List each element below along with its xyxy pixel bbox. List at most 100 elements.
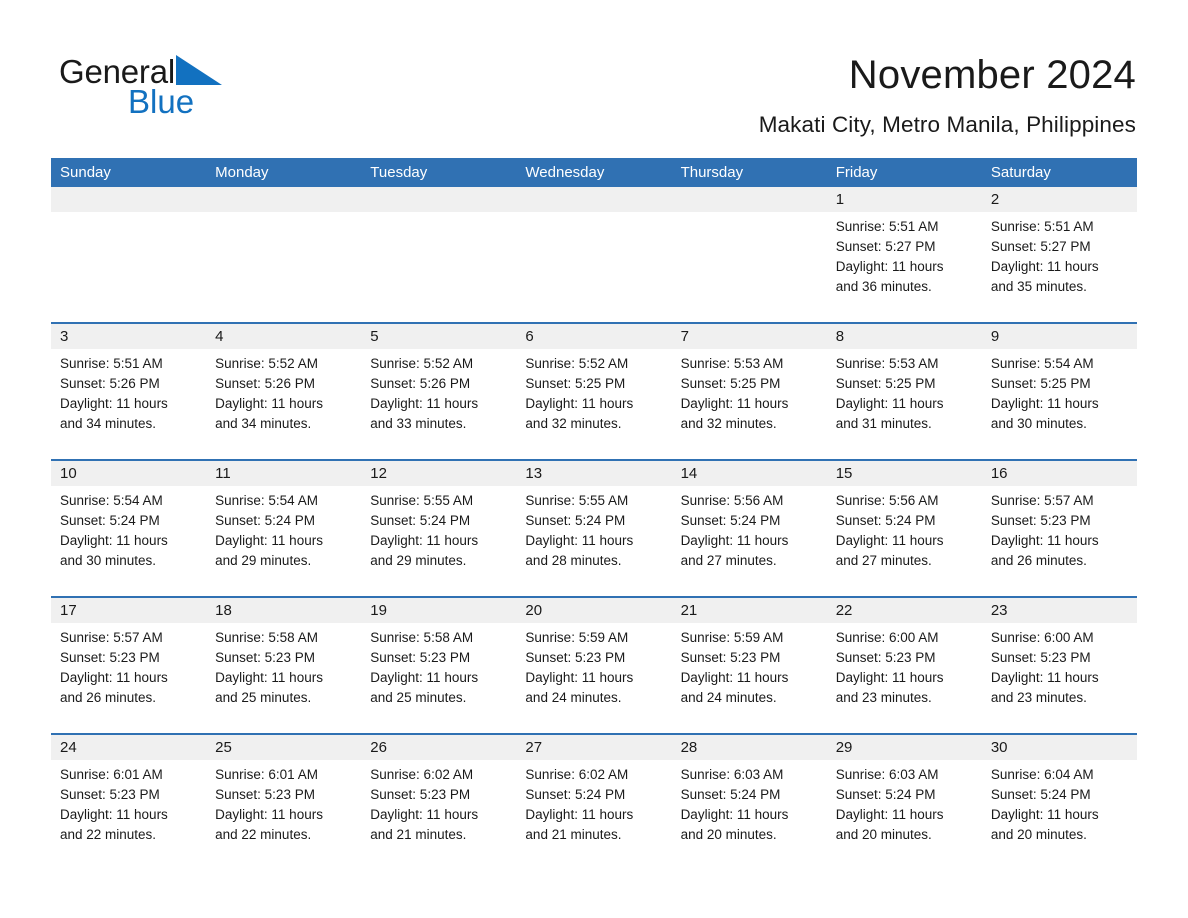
day-detail-line: and 29 minutes.: [215, 553, 312, 568]
day-detail-line: Daylight: 11 hours: [60, 807, 168, 822]
day-cell-5[interactable]: Sunrise: 5:52 AM Sunset: 5:26 PM Daylight:…: [361, 349, 516, 459]
day-detail-line: Sunrise: 6:03 AM: [835, 767, 939, 782]
day-detail-line: Sunrise: 5:57 AM: [990, 493, 1094, 508]
calendar-week-row: 10 11 12 13 14 15 16 Sunrise: 5:54 AM Sunset: 5:…: [51, 459, 1137, 596]
day-cell-19[interactable]: Sunrise: 5:58 AM Sunset: 5:23 PM Daylight:…: [361, 623, 516, 733]
day-cell-4[interactable]: Sunrise: 5:52 AM Sunset: 5:26 PM Daylight:…: [206, 349, 361, 459]
day-detail-line: and 23 minutes.: [835, 690, 932, 705]
day-detail-line: Sunrise: 5:51 AM: [60, 356, 163, 371]
day-detail-line: Sunrise: 5:58 AM: [370, 630, 474, 645]
day-number-27[interactable]: 27: [516, 735, 671, 760]
day-cell-21[interactable]: Sunrise: 5:59 AM Sunset: 5:23 PM Daylight:…: [672, 623, 827, 733]
day-cell-2[interactable]: Sunrise: 5:51 AM Sunset: 5:27 PM Daylight:…: [982, 212, 1137, 322]
day-number-21[interactable]: 21: [672, 598, 827, 623]
day-cell-20[interactable]: Sunrise: 5:59 AM Sunset: 5:23 PM Daylight:…: [516, 623, 671, 733]
day-number-26[interactable]: 26: [361, 735, 516, 760]
day-number-30[interactable]: 30: [982, 735, 1137, 760]
day-detail-line: Daylight: 11 hours: [60, 533, 168, 548]
day-detail-line: Daylight: 11 hours: [60, 670, 168, 685]
day-detail-line: and 25 minutes.: [370, 690, 467, 705]
day-number-19[interactable]: 19: [361, 598, 516, 623]
day-detail-line: Daylight: 11 hours: [215, 533, 323, 548]
day-cell-29[interactable]: Sunrise: 6:03 AM Sunset: 5:24 PM Daylight:…: [827, 760, 982, 870]
day-detail-line: Sunset: 5:24 PM: [835, 513, 936, 528]
day-number-3[interactable]: 3: [51, 324, 206, 349]
day-detail-line: and 24 minutes.: [680, 690, 777, 705]
day-number-25[interactable]: 25: [206, 735, 361, 760]
day-number-22[interactable]: 22: [827, 598, 982, 623]
day-detail-line: Sunset: 5:25 PM: [835, 376, 936, 391]
day-number-4[interactable]: 4: [206, 324, 361, 349]
day-detail-line: Sunset: 5:24 PM: [680, 513, 781, 528]
day-cell-9[interactable]: Sunrise: 5:54 AM Sunset: 5:25 PM Daylight:…: [982, 349, 1137, 459]
day-cell-23[interactable]: Sunrise: 6:00 AM Sunset: 5:23 PM Daylight:…: [982, 623, 1137, 733]
day-detail-line: Sunrise: 6:02 AM: [525, 767, 629, 782]
day-detail-line: and 34 minutes.: [215, 416, 312, 431]
day-detail-line: Sunset: 5:23 PM: [60, 650, 160, 665]
day-detail-line: Sunset: 5:24 PM: [990, 787, 1091, 802]
day-detail-line: Sunset: 5:23 PM: [990, 513, 1091, 528]
day-cell-14[interactable]: Sunrise: 5:56 AM Sunset: 5:24 PM Daylight:…: [672, 486, 827, 596]
day-cell-28[interactable]: Sunrise: 6:03 AM Sunset: 5:24 PM Daylight:…: [672, 760, 827, 870]
day-detail-line: Sunrise: 5:58 AM: [215, 630, 318, 645]
day-cell-11[interactable]: Sunrise: 5:54 AM Sunset: 5:24 PM Daylight:…: [206, 486, 361, 596]
day-detail-line: Daylight: 11 hours: [835, 533, 944, 548]
day-number-5[interactable]: 5: [361, 324, 516, 349]
day-cell-empty: [672, 212, 827, 322]
weekday-header-saturday: Saturday: [990, 164, 1051, 181]
day-cell-26[interactable]: Sunrise: 6:02 AM Sunset: 5:23 PM Daylight:…: [361, 760, 516, 870]
day-cell-18[interactable]: Sunrise: 5:58 AM Sunset: 5:23 PM Daylight:…: [206, 623, 361, 733]
day-number-14[interactable]: 14: [672, 461, 827, 486]
day-detail-line: Daylight: 11 hours: [525, 533, 634, 548]
day-cell-22[interactable]: Sunrise: 6:00 AM Sunset: 5:23 PM Daylight:…: [827, 623, 982, 733]
day-cell-8[interactable]: Sunrise: 5:53 AM Sunset: 5:25 PM Daylight:…: [827, 349, 982, 459]
day-number-7[interactable]: 7: [672, 324, 827, 349]
day-detail-line: and 32 minutes.: [680, 416, 777, 431]
day-detail-line: Daylight: 11 hours: [680, 396, 789, 411]
day-number-10[interactable]: 10: [51, 461, 206, 486]
day-cell-3[interactable]: Sunrise: 5:51 AM Sunset: 5:26 PM Daylight:…: [51, 349, 206, 459]
day-cell-24[interactable]: Sunrise: 6:01 AM Sunset: 5:23 PM Daylight:…: [51, 760, 206, 870]
day-number-15[interactable]: 15: [827, 461, 982, 486]
day-number-1[interactable]: 1: [827, 187, 982, 212]
day-number-20[interactable]: 20: [516, 598, 671, 623]
day-number-16[interactable]: 16: [982, 461, 1137, 486]
day-detail-line: Sunset: 5:24 PM: [680, 787, 781, 802]
day-cell-13[interactable]: Sunrise: 5:55 AM Sunset: 5:24 PM Daylight:…: [516, 486, 671, 596]
day-cell-10[interactable]: Sunrise: 5:54 AM Sunset: 5:24 PM Daylight:…: [51, 486, 206, 596]
day-cell-25[interactable]: Sunrise: 6:01 AM Sunset: 5:23 PM Daylight:…: [206, 760, 361, 870]
day-cell-1[interactable]: Sunrise: 5:51 AM Sunset: 5:27 PM Daylight:…: [827, 212, 982, 322]
day-number-9[interactable]: 9: [982, 324, 1137, 349]
day-detail-line: Sunrise: 5:54 AM: [215, 493, 318, 508]
day-detail-line: and 24 minutes.: [525, 690, 622, 705]
day-number-24[interactable]: 24: [51, 735, 206, 760]
day-detail-line: Daylight: 11 hours: [525, 396, 634, 411]
day-number-12[interactable]: 12: [361, 461, 516, 486]
day-cell-27[interactable]: Sunrise: 6:02 AM Sunset: 5:24 PM Daylight:…: [516, 760, 671, 870]
day-number-18[interactable]: 18: [206, 598, 361, 623]
day-detail-line: Sunrise: 5:52 AM: [370, 356, 474, 371]
day-cell-17[interactable]: Sunrise: 5:57 AM Sunset: 5:23 PM Daylight:…: [51, 623, 206, 733]
weekday-header-sunday: Sunday: [60, 164, 111, 181]
day-cell-6[interactable]: Sunrise: 5:52 AM Sunset: 5:25 PM Daylight:…: [516, 349, 671, 459]
day-cell-16[interactable]: Sunrise: 5:57 AM Sunset: 5:23 PM Daylight:…: [982, 486, 1137, 596]
day-number-6[interactable]: 6: [516, 324, 671, 349]
brand-logo[interactable]: General Blue: [59, 53, 319, 123]
day-number-8[interactable]: 8: [827, 324, 982, 349]
day-number-17[interactable]: 17: [51, 598, 206, 623]
day-detail-line: Sunrise: 5:53 AM: [680, 356, 784, 371]
day-number-13[interactable]: 13: [516, 461, 671, 486]
day-number-23[interactable]: 23: [982, 598, 1137, 623]
day-number-29[interactable]: 29: [827, 735, 982, 760]
day-number-28[interactable]: 28: [672, 735, 827, 760]
calendar-page: General Blue November 2024 Makati City, …: [0, 0, 1188, 918]
day-cell-15[interactable]: Sunrise: 5:56 AM Sunset: 5:24 PM Daylight:…: [827, 486, 982, 596]
day-detail-line: and 26 minutes.: [990, 553, 1087, 568]
day-number-11[interactable]: 11: [206, 461, 361, 486]
day-cell-7[interactable]: Sunrise: 5:53 AM Sunset: 5:25 PM Daylight:…: [672, 349, 827, 459]
day-number-2[interactable]: 2: [982, 187, 1137, 212]
day-cell-30[interactable]: Sunrise: 6:04 AM Sunset: 5:24 PM Daylight:…: [982, 760, 1137, 870]
day-detail-line: and 21 minutes.: [525, 827, 622, 842]
day-cell-12[interactable]: Sunrise: 5:55 AM Sunset: 5:24 PM Daylight:…: [361, 486, 516, 596]
day-detail-line: Daylight: 11 hours: [990, 533, 1099, 548]
